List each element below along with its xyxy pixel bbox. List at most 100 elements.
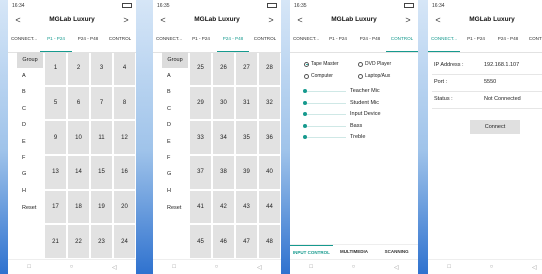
position-cell[interactable]: 40 [259,156,280,189]
slider-thumb[interactable] [303,100,307,105]
position-cell[interactable]: 15 [91,156,112,189]
radio-option[interactable]: Tape Master [304,61,358,67]
tab-p24-p48[interactable]: P24 - P48 [217,28,249,52]
position-cell[interactable]: 23 [91,225,112,258]
position-cell[interactable]: 5 [45,86,66,120]
tab-connect[interactable]: CONNECT... [290,28,322,52]
tab-control[interactable]: CONTROL [524,28,542,52]
position-cell[interactable]: 46 [213,225,234,258]
position-cell[interactable]: 20 [114,190,135,224]
group-g-button[interactable]: G [17,166,43,182]
position-cell[interactable]: 32 [259,86,280,120]
group-b-button[interactable]: B [162,84,188,100]
position-cell[interactable]: 21 [45,225,66,258]
position-cell[interactable]: 45 [190,225,211,258]
back-chevron-icon[interactable]: < [157,12,169,28]
position-cell[interactable]: 36 [259,121,280,154]
tab-p1-p24[interactable]: P1 - P24 [40,28,72,52]
group-a-button[interactable]: A [17,68,43,84]
connect-button[interactable]: Connect [470,120,520,134]
reset-button[interactable]: Reset [17,200,43,216]
back-chevron-icon[interactable]: < [432,12,444,28]
position-cell[interactable]: 10 [68,121,89,154]
radio-option[interactable]: Laptop/Aux [358,73,412,79]
slider-track[interactable] [304,137,346,139]
recent-apps-icon[interactable]: □ [309,264,313,270]
position-cell[interactable]: 9 [45,121,66,154]
position-cell[interactable]: 48 [259,225,280,258]
port-field[interactable]: 5550 [484,79,496,85]
group-e-button[interactable]: E [17,134,43,150]
position-cell[interactable]: 33 [190,121,211,154]
position-cell[interactable]: 11 [91,121,112,154]
group-g-button[interactable]: G [162,166,188,182]
group-f-button[interactable]: F [17,150,43,166]
position-cell[interactable]: 4 [114,52,135,85]
position-cell[interactable]: 3 [91,52,112,85]
position-cell[interactable]: 43 [236,190,257,224]
back-icon[interactable]: ◁ [257,264,262,271]
recent-apps-icon[interactable]: □ [447,264,451,270]
position-cell[interactable]: 24 [114,225,135,258]
position-cell[interactable]: 26 [213,52,234,85]
group-f-button[interactable]: F [162,150,188,166]
back-icon[interactable]: ◁ [112,264,117,271]
group-h-button[interactable]: H [162,183,188,199]
group-c-button[interactable]: C [162,101,188,117]
position-cell[interactable]: 34 [213,121,234,154]
tab-control[interactable]: CONTROL [249,28,281,52]
position-cell[interactable]: 16 [114,156,135,189]
back-icon[interactable]: ◁ [394,264,399,271]
position-cell[interactable]: 31 [236,86,257,120]
radio-option[interactable]: Computer [304,73,358,79]
bottom-tab[interactable]: MULTIMEDIA [333,245,376,259]
position-cell[interactable]: 13 [45,156,66,189]
slider-thumb[interactable] [303,135,307,140]
position-cell[interactable]: 39 [236,156,257,189]
position-cell[interactable]: 44 [259,190,280,224]
home-icon[interactable]: ○ [215,264,219,270]
radio-option[interactable]: DVD Player [358,61,412,67]
group-a-button[interactable]: A [162,68,188,84]
forward-chevron-icon[interactable]: > [265,12,277,28]
group-e-button[interactable]: E [162,134,188,150]
position-cell[interactable]: 28 [259,52,280,85]
tab-connect[interactable]: CONNECT... [153,28,185,52]
recent-apps-icon[interactable]: □ [27,264,31,270]
position-cell[interactable]: 22 [68,225,89,258]
position-cell[interactable]: 41 [190,190,211,224]
position-cell[interactable]: 19 [91,190,112,224]
home-icon[interactable]: ○ [490,264,494,270]
forward-chevron-icon[interactable]: > [402,12,414,28]
home-icon[interactable]: ○ [70,264,74,270]
tab-p1-p24[interactable]: P1 - P24 [185,28,217,52]
position-cell[interactable]: 38 [213,156,234,189]
tab-p24-p48[interactable]: P24 - P48 [492,28,524,52]
position-cell[interactable]: 27 [236,52,257,85]
group-c-button[interactable]: C [17,101,43,117]
position-cell[interactable]: 17 [45,190,66,224]
slider-track[interactable] [304,114,346,116]
home-icon[interactable]: ○ [352,264,356,270]
tab-p1-p24[interactable]: P1 - P24 [322,28,354,52]
position-cell[interactable]: 25 [190,52,211,85]
tab-connect[interactable]: CONNECT... [428,28,460,52]
position-cell[interactable]: 47 [236,225,257,258]
position-cell[interactable]: 7 [91,86,112,120]
back-chevron-icon[interactable]: < [12,12,24,28]
group-b-button[interactable]: B [17,84,43,100]
group-h-button[interactable]: H [17,183,43,199]
slider-track[interactable] [304,91,346,92]
tab-control[interactable]: CONTROL [386,28,418,52]
position-cell[interactable]: 18 [68,190,89,224]
position-cell[interactable]: 35 [236,121,257,154]
position-cell[interactable]: 42 [213,190,234,224]
bottom-tab[interactable]: INPUT CONTROL [290,245,333,259]
position-cell[interactable]: 2 [68,52,89,85]
reset-button[interactable]: Reset [162,200,188,216]
radio-icon[interactable] [304,61,309,67]
position-cell[interactable]: 37 [190,156,211,189]
slider-thumb[interactable] [303,89,307,93]
slider-thumb[interactable] [303,123,307,128]
tab-connect[interactable]: CONNECT... [8,28,40,52]
